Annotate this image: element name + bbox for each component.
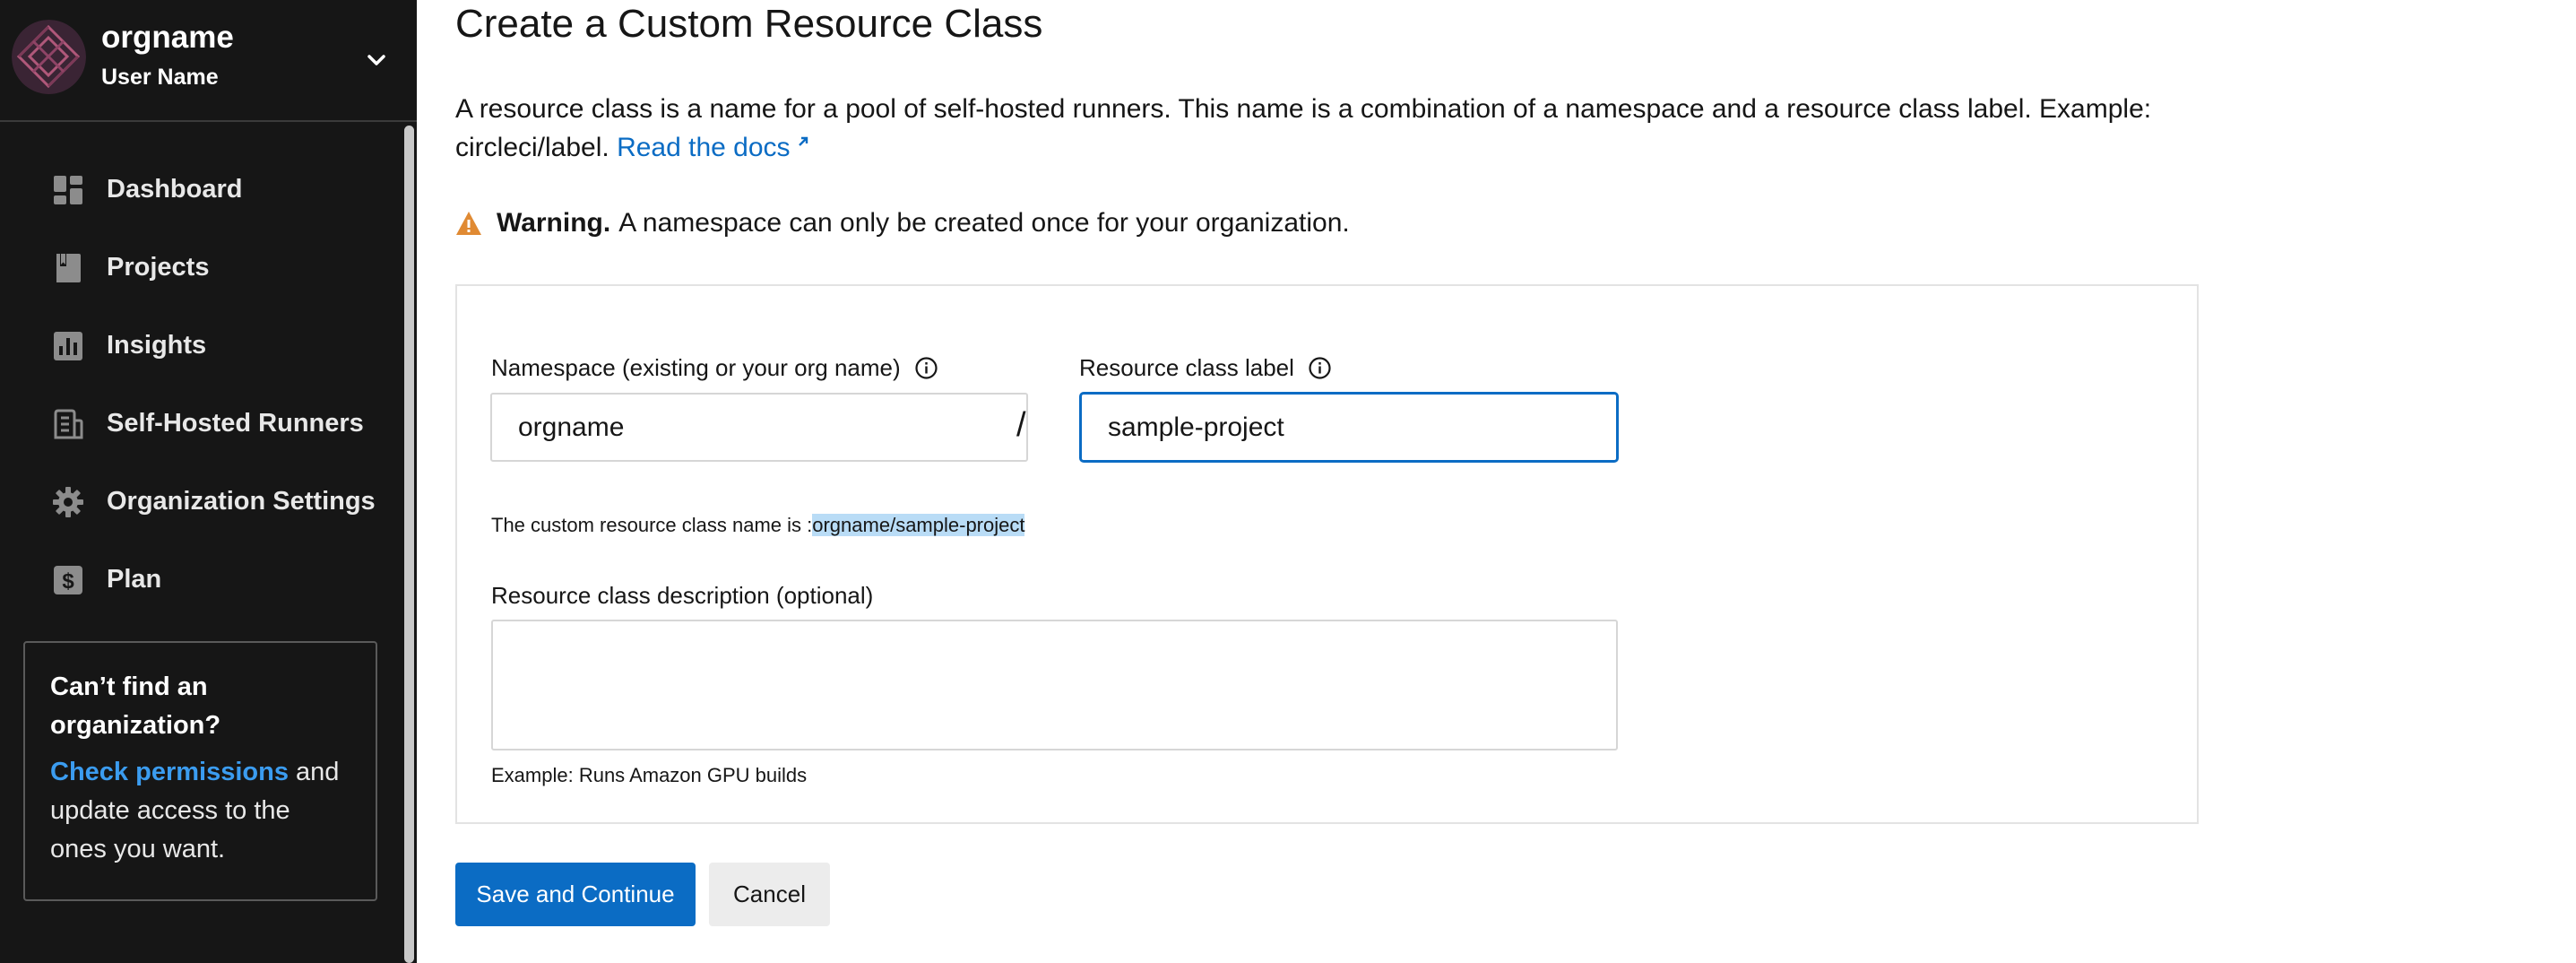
sidebar-item-label: Insights — [107, 331, 207, 360]
help-text: Check permissions and update access to t… — [50, 753, 350, 869]
resource-class-label-text: Resource class label — [1079, 354, 1294, 381]
resource-class-label-input[interactable] — [1079, 392, 1619, 463]
resource-class-label: Resource class label — [1079, 354, 1332, 382]
sidebar-scrollbar-thumb[interactable] — [404, 126, 414, 963]
intro-text: A resource class is a name for a pool of… — [455, 90, 2158, 167]
sidebar-item-projects[interactable]: Projects — [0, 229, 402, 307]
description-hint: Example: Runs Amazon GPU builds — [491, 764, 808, 786]
sidebar-item-self-hosted-runners[interactable]: Self-Hosted Runners — [0, 385, 402, 463]
help-title: Can’t find an organization? — [50, 672, 221, 740]
svg-text:$: $ — [62, 569, 74, 594]
page-title: Create a Custom Resource Class — [455, 2, 1043, 46]
cancel-button[interactable]: Cancel — [709, 863, 830, 926]
runners-icon — [52, 408, 84, 440]
description-textarea[interactable] — [491, 620, 1618, 750]
check-permissions-link[interactable]: Check permissions — [50, 758, 289, 786]
sidebar-item-insights[interactable]: Insights — [0, 307, 402, 385]
sidebar-item-label: Plan — [107, 565, 162, 594]
namespace-separator: / — [1016, 406, 1026, 444]
resource-class-form: Namespace (existing or your org name) / … — [455, 284, 2199, 824]
warning-icon — [456, 212, 481, 235]
sidebar-item-label: Organization Settings — [107, 487, 376, 516]
namespace-info-icon[interactable] — [914, 356, 938, 380]
gear-icon — [52, 486, 84, 518]
namespace-label-text: Namespace (existing or your org name) — [491, 354, 901, 381]
read-docs-link[interactable]: Read the docs — [617, 133, 809, 162]
chevron-down-icon[interactable] — [359, 43, 394, 79]
preview-name: orgname/sample-project — [812, 514, 1025, 536]
sidebar-nav: Dashboard Projects Insights Self-Hosted … — [0, 151, 402, 619]
insights-icon — [52, 330, 84, 362]
sidebar-item-label: Projects — [107, 253, 210, 282]
description-label-text: Resource class description (optional) — [491, 582, 874, 609]
dashboard-icon — [52, 174, 84, 206]
org-name: orgname — [101, 20, 234, 55]
resource-class-name-preview: The custom resource class name is :orgna… — [491, 514, 1025, 537]
sidebar: orgname User Name Dashboard Projects Ins… — [0, 0, 417, 963]
org-help-box: Can’t find an organization? Check permis… — [23, 641, 377, 901]
warning-title: Warning. — [497, 208, 611, 238]
resource-class-info-icon[interactable] — [1308, 356, 1332, 380]
sidebar-item-organization-settings[interactable]: Organization Settings — [0, 463, 402, 541]
projects-icon — [52, 252, 84, 284]
sidebar-item-label: Self-Hosted Runners — [107, 409, 364, 438]
preview-prefix: The custom resource class name is : — [491, 514, 813, 536]
user-name: User Name — [101, 65, 219, 90]
sidebar-item-plan[interactable]: $ Plan — [0, 541, 402, 619]
sidebar-item-dashboard[interactable]: Dashboard — [0, 151, 402, 229]
org-switcher[interactable]: orgname User Name — [0, 0, 417, 122]
warning-banner: Warning. A namespace can only be created… — [455, 208, 1350, 239]
read-docs-label: Read the docs — [617, 133, 791, 162]
sidebar-item-label: Dashboard — [107, 175, 243, 204]
dollar-icon: $ — [52, 564, 84, 596]
description-label: Resource class description (optional) — [491, 582, 873, 610]
org-avatar — [12, 20, 86, 94]
save-and-continue-button[interactable]: Save and Continue — [455, 863, 696, 926]
main-content: Create a Custom Resource Class A resourc… — [417, 0, 2576, 963]
warning-text: A namespace can only be created once for… — [618, 208, 1350, 238]
external-link-icon — [798, 136, 808, 146]
namespace-input[interactable] — [490, 393, 1028, 462]
namespace-label: Namespace (existing or your org name) — [491, 354, 938, 382]
